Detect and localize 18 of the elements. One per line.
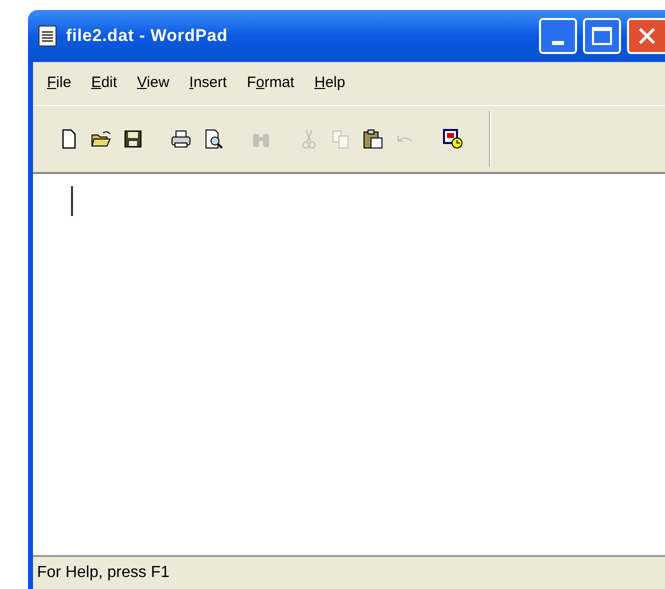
status-text: For Help, press F1 (37, 563, 170, 583)
maximize-button[interactable] (583, 18, 621, 54)
notepad-icon (38, 24, 58, 48)
menu-item[interactable]: Format (246, 72, 294, 95)
close-button[interactable] (627, 18, 665, 54)
menu-item[interactable]: Insert (189, 72, 227, 95)
printer-icon (170, 128, 192, 150)
window-title: file2.dat - WordPad (66, 25, 228, 48)
minimize-button[interactable] (539, 18, 577, 54)
curved-arrow-icon (397, 134, 413, 144)
clipboard-icon (362, 128, 384, 150)
menu-item[interactable]: Help (314, 72, 346, 95)
text-cursor (71, 186, 73, 216)
menu-item[interactable]: View (137, 72, 170, 95)
calendar-clock-icon (442, 128, 464, 150)
menu-item[interactable]: Edit (91, 72, 118, 95)
close-icon (637, 26, 657, 46)
menu-item[interactable]: File (47, 72, 72, 95)
